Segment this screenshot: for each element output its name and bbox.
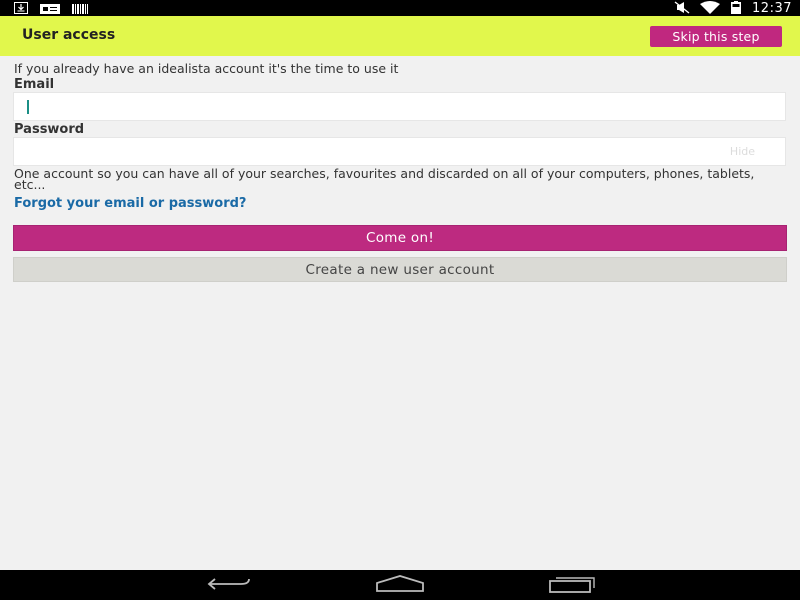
page-title: User access: [22, 27, 116, 43]
email-field[interactable]: [13, 92, 786, 121]
app-header: User access Skip this step: [0, 16, 800, 56]
intro-text: If you already have an idealista account…: [14, 61, 399, 76]
come-on-button[interactable]: Come on!: [13, 225, 787, 251]
help-text: One account so you can have all of your …: [14, 166, 755, 192]
battery-icon: [730, 0, 742, 18]
create-account-button[interactable]: Create a new user account: [13, 257, 787, 282]
barcode-icon: [72, 0, 88, 18]
skip-button[interactable]: Skip this step: [650, 26, 782, 47]
mute-icon: [674, 0, 690, 18]
email-label: Email: [14, 77, 55, 92]
download-icon: [14, 0, 28, 18]
text-cursor: [27, 100, 29, 114]
password-field[interactable]: Hide: [13, 137, 786, 166]
home-icon: [375, 575, 425, 597]
password-label: Password: [14, 122, 85, 137]
home-button[interactable]: [375, 575, 425, 597]
back-icon: [207, 575, 253, 597]
back-button[interactable]: [205, 575, 255, 597]
clock: 12:37: [752, 0, 792, 16]
status-bar: 12:37: [0, 0, 800, 16]
hide-password-toggle[interactable]: Hide: [730, 145, 755, 158]
wifi-icon: [700, 0, 721, 18]
recent-apps-icon: [548, 575, 596, 597]
navigation-bar: [0, 570, 800, 600]
forgot-credentials-link[interactable]: Forgot your email or password?: [14, 196, 246, 211]
status-bar-notifications: [14, 1, 88, 14]
status-bar-system: 12:37: [674, 0, 792, 16]
recent-apps-button[interactable]: [547, 575, 597, 597]
notification-card-icon: [40, 0, 60, 18]
